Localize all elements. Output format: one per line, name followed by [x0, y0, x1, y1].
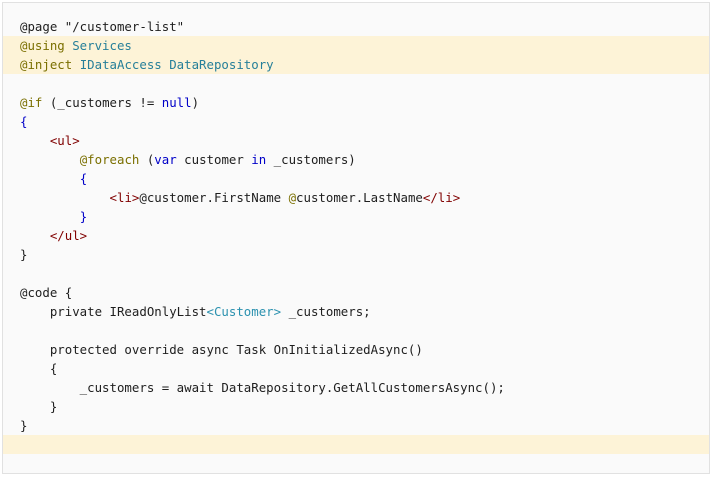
code-token: Services [72, 38, 132, 53]
code-line: @code { [3, 283, 709, 302]
code-line-text: @inject IDataAccess DataRepository [20, 55, 274, 74]
code-line: protected override async Task OnInitiali… [3, 340, 709, 359]
code-token: { [20, 114, 28, 129]
code-token: ( [139, 152, 155, 167]
code-token: <li> [109, 190, 140, 205]
code-line-text: } [20, 207, 87, 226]
code-line [3, 435, 709, 454]
code-line-text: @if (_customers != null) [20, 93, 199, 112]
code-line-text: protected override async Task OnInitiali… [20, 340, 423, 359]
code-line: <li>@customer.FirstName @customer.LastNa… [3, 188, 709, 207]
code-token: <ul> [49, 133, 80, 148]
code-line: @inject IDataAccess DataRepository [3, 55, 709, 74]
code-line-text: { [20, 112, 27, 131]
code-token: } [79, 209, 88, 224]
code-line: { [3, 359, 709, 378]
code-line-text: { [20, 169, 87, 188]
code-token: } [20, 399, 58, 414]
code-line-text: { [20, 359, 57, 378]
code-token: @page "/customer-list" [20, 19, 185, 34]
code-token: </li> [422, 190, 461, 205]
code-token: } [20, 418, 28, 433]
code-line: @page "/customer-list" [3, 17, 709, 36]
code-line: { [3, 169, 709, 188]
code-line: } [3, 397, 709, 416]
code-line: <ul> [3, 131, 709, 150]
code-token: customer [176, 152, 252, 167]
code-block: @page "/customer-list" @using Services @in… [2, 2, 710, 474]
code-token: @if [20, 95, 43, 110]
code-line: @if (_customers != null) [3, 93, 709, 112]
code-line-text: </ul> [20, 226, 87, 245]
code-token: { [79, 171, 88, 186]
code-token: null [161, 95, 192, 110]
code-line: } [3, 416, 709, 435]
code-token: } [20, 247, 28, 262]
code-token: IDataAccess DataRepository [79, 57, 274, 72]
code-line: private IReadOnlyList<Customer> _custome… [3, 302, 709, 321]
code-token: private IReadOnlyList [20, 304, 207, 319]
code-token: ) [191, 95, 200, 110]
code-line-text: @foreach (var customer in _customers) [20, 150, 356, 169]
code-line: } [3, 245, 709, 264]
code-token: @using [20, 38, 73, 53]
code-line: </ul> [3, 226, 709, 245]
code-token: </ul> [49, 228, 88, 243]
code-line-text: } [20, 245, 27, 264]
code-token: { [20, 361, 58, 376]
code-line-text: @page "/customer-list" [20, 17, 184, 36]
code-token: var [154, 152, 177, 167]
code-token: @customer.FirstName [139, 190, 289, 205]
code-token: _customers) [266, 152, 356, 167]
code-line: _customers = await DataRepository.GetAll… [3, 378, 709, 397]
code-line-text: @code { [20, 283, 72, 302]
code-token: (_customers != [42, 95, 162, 110]
code-token: _customers = await DataRepository.GetAll… [20, 380, 505, 395]
code-token: in [251, 152, 267, 167]
code-line: { [3, 112, 709, 131]
code-token: @foreach [79, 152, 140, 167]
code-line-text: _customers = await DataRepository.GetAll… [20, 378, 505, 397]
code-line-text: <li>@customer.FirstName @customer.LastNa… [20, 188, 461, 207]
code-line-text: @using Services [20, 36, 132, 55]
code-token: @inject [20, 57, 80, 72]
code-line-text: } [20, 416, 27, 435]
code-line: @foreach (var customer in _customers) [3, 150, 709, 169]
code-token: @code { [20, 285, 73, 300]
code-line: @using Services [3, 36, 709, 55]
code-token: protected override async Task OnInitiali… [20, 342, 423, 357]
code-line-text: private IReadOnlyList<Customer> _custome… [20, 302, 371, 321]
code-token: <Customer> [206, 304, 282, 319]
code-line: } [3, 207, 709, 226]
code-line-text: <ul> [20, 131, 80, 150]
code-token: _customers; [281, 304, 371, 319]
code-token: customer.LastName [296, 190, 423, 205]
code-line-text: } [20, 397, 57, 416]
code-token: @ [288, 190, 297, 205]
